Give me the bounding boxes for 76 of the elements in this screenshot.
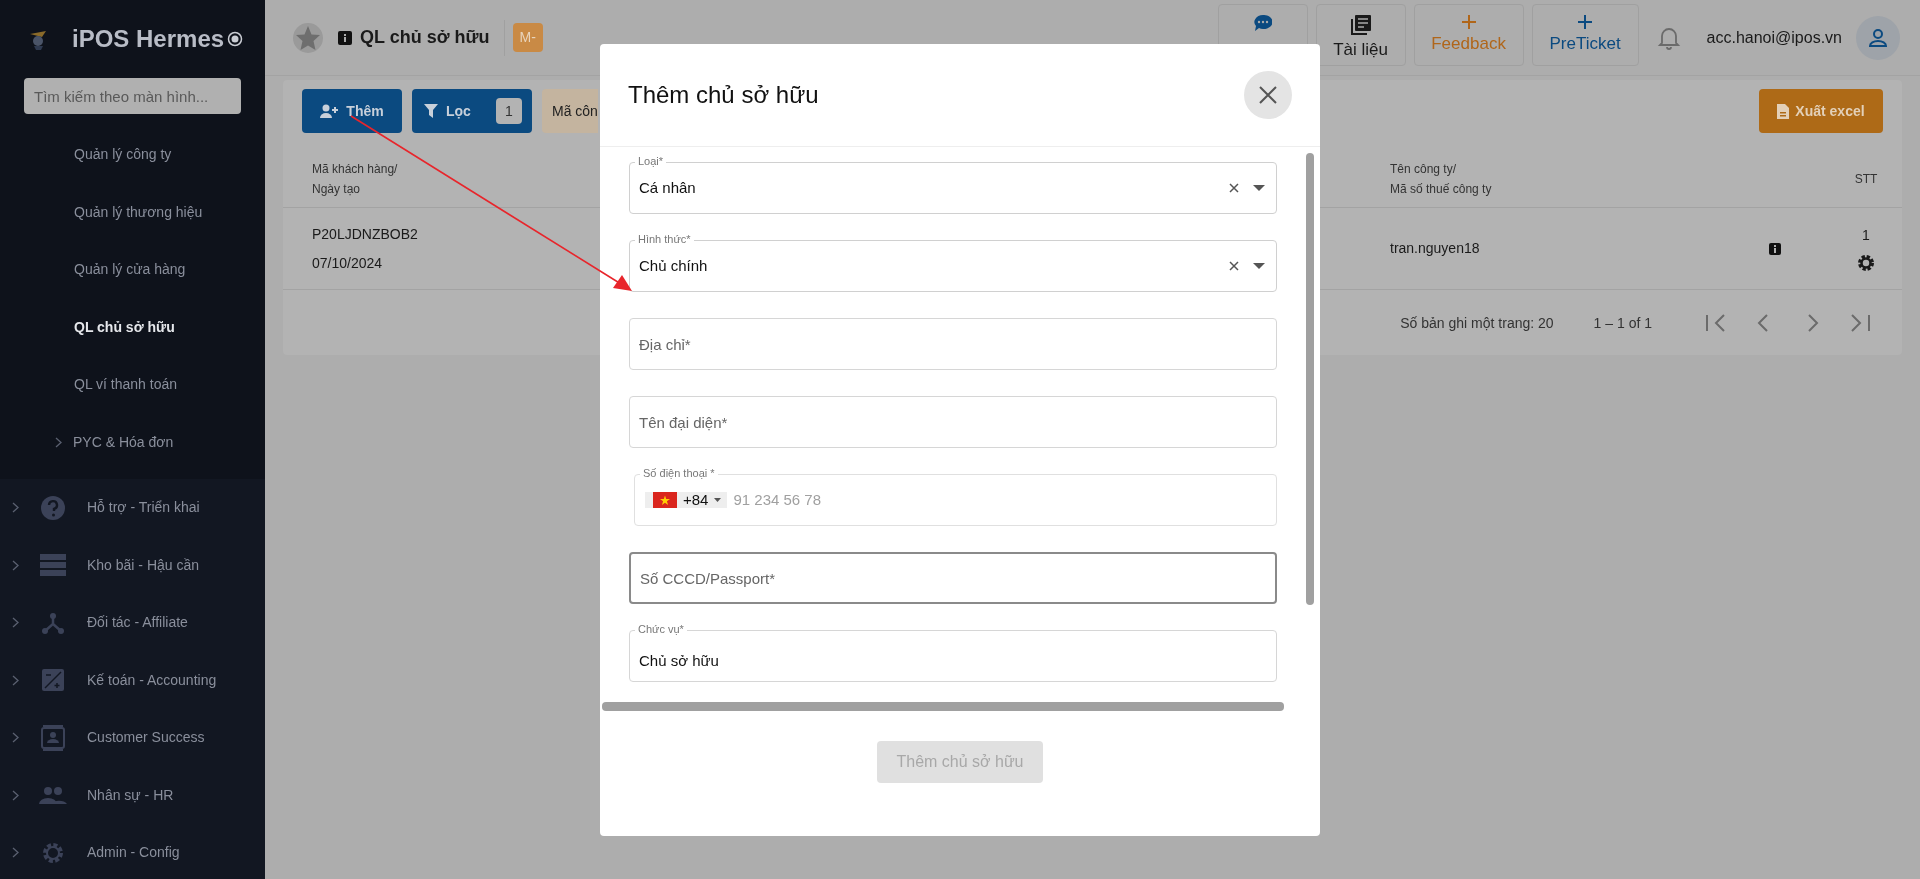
plus-icon: [1461, 15, 1476, 29]
scrollbar[interactable]: [602, 702, 1284, 711]
chevron-icon: [12, 559, 19, 571]
people-icon: [39, 786, 67, 805]
network-icon: [41, 610, 65, 635]
clear-icon[interactable]: [1229, 261, 1239, 271]
status-badge: M-: [512, 23, 543, 52]
settings-icon[interactable]: [1857, 254, 1875, 272]
sidebar-item[interactable]: Quản lý cửa hàng: [74, 259, 186, 281]
sidebar-item[interactable]: Customer Success: [87, 727, 205, 749]
search-field[interactable]: Tìm kiếm theo màn hình...: [24, 78, 241, 114]
dropdown-icon[interactable]: [1253, 185, 1265, 191]
page-range: 1 – 1 of 1: [1593, 313, 1652, 333]
filter-chip[interactable]: Mã côn: [542, 89, 598, 133]
column-header: STT: [1854, 170, 1878, 188]
preticket-button[interactable]: PreTicket: [1531, 4, 1639, 66]
chevron-icon: [12, 502, 19, 514]
chevron-icon: [12, 674, 19, 686]
field-label: Chức vụ*: [635, 623, 687, 636]
caret-icon: [714, 498, 722, 502]
field-label: Hình thức*: [635, 233, 694, 246]
chevron-icon: [12, 789, 19, 801]
avatar[interactable]: [1856, 15, 1900, 60]
rows-per-page: Số bản ghi một trang: 20: [1400, 313, 1554, 333]
field-label: Số điện thoại *: [640, 467, 718, 480]
clear-icon[interactable]: [1229, 183, 1239, 193]
chevron-icon: [12, 847, 19, 859]
sidebar-item[interactable]: Admin - Config: [87, 842, 180, 864]
add-user-icon: [320, 104, 341, 118]
info-icon[interactable]: [1769, 242, 1781, 255]
info-icon[interactable]: [338, 30, 352, 45]
filter-icon: [424, 104, 438, 118]
radio-icon[interactable]: [227, 31, 243, 47]
sidebar-item[interactable]: QL chủ sở hữu: [74, 316, 175, 338]
scrollbar[interactable]: [1306, 153, 1314, 605]
sidebar-item[interactable]: QL ví thanh toán: [74, 374, 177, 396]
table-cell-text: 07/10/2024: [312, 253, 383, 273]
chevron-icon: [12, 732, 19, 744]
sidebar-item[interactable]: Kế toán - Accounting: [87, 669, 217, 691]
contact-card-icon: [41, 724, 65, 751]
column-header: Mã khách hàng/ Ngày tạo: [312, 160, 398, 198]
close-button[interactable]: [1244, 71, 1292, 119]
table-cell-text: P20LJDNZBOB2: [312, 224, 418, 244]
gear-icon: [41, 840, 65, 865]
add-button[interactable]: Thêm: [302, 89, 402, 133]
close-icon: [1259, 86, 1277, 104]
count-badge: 1: [496, 98, 522, 124]
calculator-icon: [42, 669, 64, 692]
app-title: iPOS Hermes: [72, 24, 225, 54]
sidebar-item[interactable]: Quản lý thương hiệu: [74, 201, 203, 223]
sidebar-item[interactable]: Đối tác - Affiliate: [87, 612, 188, 634]
table-cell-text: tran.nguyen18: [1390, 239, 1480, 258]
chevron-icon: [12, 617, 19, 629]
sidebar-item[interactable]: Kho bãi - Hậu cần: [87, 554, 200, 576]
person-icon: [1867, 26, 1889, 49]
sidebar-item[interactable]: PYC & Hóa đơn: [73, 431, 174, 453]
table-cell-text: 1: [1862, 226, 1870, 245]
input-field[interactable]: Số CCCD/Passport*: [629, 552, 1277, 604]
filter-button[interactable]: Lọc 1: [412, 89, 532, 133]
sidebar-item[interactable]: Quản lý công ty: [74, 144, 172, 166]
user-email: acc.hanoi@ipos.vn: [1706, 27, 1842, 48]
dropdown-icon[interactable]: [1253, 263, 1265, 269]
dialog-title: Thêm chủ sở hữu: [628, 80, 819, 110]
file-icon: [1777, 103, 1790, 119]
sidebar-item[interactable]: Nhân sự - HR: [87, 784, 174, 806]
sidebar-item[interactable]: Hỗ trợ - Triển khai: [87, 497, 200, 519]
page-title: QL chủ sở hữu: [360, 26, 490, 49]
chat-icon: [1253, 15, 1272, 31]
book-icon: [1350, 15, 1371, 35]
column-header: Tên công ty/ Mã số thuế công ty: [1390, 160, 1492, 198]
plus-icon: [1578, 15, 1593, 29]
field-label: Loại*: [635, 155, 667, 168]
flag-icon: [653, 492, 677, 508]
list-icon: [40, 554, 66, 577]
help-icon: [40, 494, 66, 521]
country-selector[interactable]: +84: [645, 492, 728, 508]
